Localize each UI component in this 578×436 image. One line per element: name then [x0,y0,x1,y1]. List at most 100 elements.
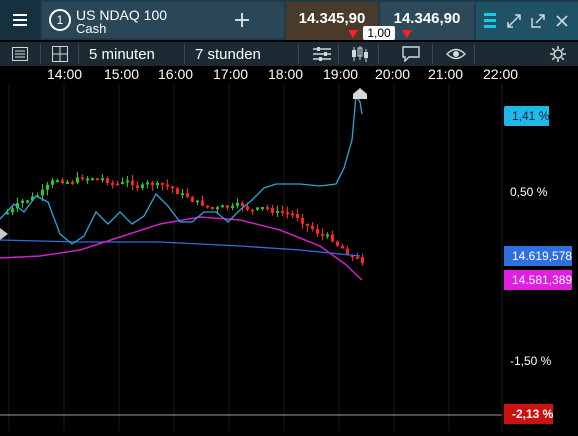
buy-price: 14.346,90 [393,10,461,27]
time-axis-label: 18:00 [268,66,304,82]
candle-body [196,200,199,203]
down-arrow-icon [348,30,358,38]
menu-button[interactable] [0,0,40,40]
candle-body [56,180,59,183]
candle-body [216,207,219,210]
candle-body [211,206,214,209]
candle-body [81,177,84,180]
magenta-ma-value-tag: 14.581,389 [504,270,573,290]
window-tools [476,2,578,40]
candle-body [231,205,234,208]
close-icon[interactable] [550,2,574,40]
candle-body [256,207,259,210]
candle-body [201,200,204,206]
candle-body [141,184,144,189]
candle-body [261,207,264,210]
down-arrow-icon [402,30,412,38]
grid-icon[interactable] [52,42,68,66]
candle-body [246,206,249,210]
candle-body [291,213,294,216]
candle-body [66,181,69,184]
gear-icon[interactable] [549,42,567,66]
candle-body [226,205,229,208]
candle-body [26,200,29,203]
candle-body [271,207,274,213]
candle-body [206,205,209,208]
quantity-field[interactable]: 1,00 [363,26,395,40]
candlestick-icon[interactable] [350,42,370,66]
candle-body [221,205,224,208]
top-bar: 1 US NDAQ 100 Cash 14.345,90 14.346,90 1… [0,0,578,40]
layout-icon[interactable] [478,2,502,40]
plus-icon [235,13,249,27]
time-axis-label: 21:00 [428,66,464,82]
candle-body [171,186,174,189]
candle-body [341,245,344,249]
candle-body [236,202,239,206]
candle-body [101,178,104,181]
time-axis-label: 17:00 [213,66,249,82]
candle-body [71,181,74,184]
candle-body [106,178,109,183]
candle-body [336,241,339,246]
candle-body [286,212,289,215]
candle-body [146,182,149,185]
add-instrument-button[interactable] [200,2,284,38]
range-select[interactable]: 7 stunden [195,42,261,66]
price-axis-label: -1,50 % [510,354,552,368]
start-marker-icon [0,228,8,240]
candle-body [21,200,24,204]
price-axis-label: 0,50 % [510,185,548,199]
time-axis-label: 19:00 [323,66,359,82]
interval-select[interactable]: 5 minuten [89,42,155,66]
candle-body [326,234,329,237]
candle-body [126,180,129,183]
candle-body [41,189,44,196]
candle-body [356,256,359,259]
candle-body [91,178,94,181]
candle-body [296,214,299,218]
candle-body [121,181,124,184]
time-axis-label: 16:00 [158,66,194,82]
candle-body [181,193,184,196]
sell-price: 14.345,90 [298,10,366,27]
candle-body [161,182,164,185]
candle-body [156,182,159,186]
candle-body [176,188,179,195]
time-axis: 14:00 15:00 16:00 17:00 18:00 19:00 20:00 21:00… [0,66,578,84]
list-icon[interactable] [12,42,28,66]
chart-toolbar: 5 minuten 7 stunden [0,42,578,66]
instrument-selector[interactable]: 1 US NDAQ 100 Cash [42,2,229,38]
popout-icon[interactable] [526,2,550,40]
hamburger-icon [13,14,27,26]
range-label: 7 stunden [195,45,261,63]
candle-body [166,184,169,187]
candle-body [186,193,189,197]
change-value-tag: -2,13 % [504,404,554,424]
candle-body [316,228,319,234]
instrument-type: Cash [76,21,107,36]
candle-body [61,180,64,184]
indicators-icon[interactable] [313,42,331,66]
candle-body [11,208,14,213]
candle-body [136,185,139,189]
time-axis-label: 22:00 [483,66,519,82]
blue-ma-value-tag: 14.619,578 [504,246,573,266]
time-axis-label: 20:00 [375,66,411,82]
time-axis-label: 14:00 [47,66,83,82]
candle-body [116,183,119,186]
candle-body [51,180,54,185]
price-chart[interactable]: 0,50 % -1,50 % 1,41 % 14.619,578 14.581,… [0,84,578,431]
expand-icon[interactable] [502,2,526,40]
candle-body [361,257,364,264]
candle-body [251,209,254,212]
candle-body [266,207,269,210]
interval-label: 5 minuten [89,45,155,63]
candle-body [111,182,114,185]
candle-body [311,225,314,229]
comment-icon[interactable] [402,42,420,66]
eye-icon[interactable] [446,42,466,66]
candle-body [281,210,284,213]
price-marker-icon [353,88,367,99]
candle-body [301,217,304,224]
